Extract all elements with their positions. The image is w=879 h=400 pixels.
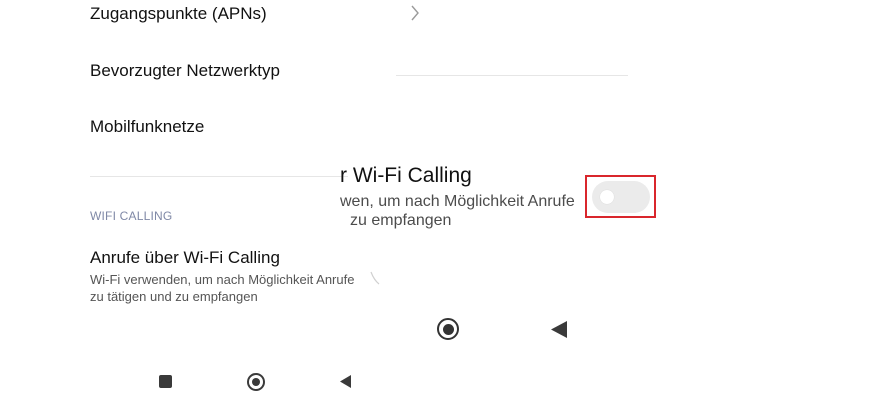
back-triangle-icon[interactable] bbox=[339, 374, 352, 394]
divider bbox=[90, 176, 348, 177]
wifi-calling-setting[interactable]: Anrufe über Wi-Fi Calling Wi-Fi verwende… bbox=[90, 248, 354, 305]
zoomed-wifi-calling-subtitle: wen, um nach Möglichkeit Anrufe zu empfa… bbox=[340, 192, 575, 230]
wifi-calling-section-header: WIFI CALLING bbox=[90, 209, 173, 223]
preferred-network-type-setting[interactable]: Bevorzugter Netzwerktyp bbox=[90, 61, 280, 81]
divider bbox=[396, 75, 628, 76]
back-icon[interactable] bbox=[550, 320, 568, 344]
recents-square-icon[interactable] bbox=[159, 375, 172, 388]
home-icon[interactable] bbox=[437, 318, 459, 340]
zoomed-subtitle-line1: wen, um nach Möglichkeit Anrufe bbox=[340, 193, 575, 210]
toggle-knob bbox=[600, 190, 614, 204]
zoomed-wifi-calling-setting: r Wi-Fi Calling wen, um nach Möglichkeit… bbox=[340, 164, 575, 230]
wifi-calling-toggle[interactable] bbox=[592, 181, 650, 213]
home-circle-icon[interactable] bbox=[247, 373, 265, 391]
partial-arc-icon bbox=[368, 270, 382, 291]
mobile-networks-setting[interactable]: Mobilfunknetze bbox=[90, 117, 204, 137]
wifi-calling-subtitle-line2: zu tätigen und zu empfangen bbox=[90, 289, 258, 304]
zoomed-wifi-calling-title: r Wi-Fi Calling bbox=[340, 164, 472, 187]
zoomed-subtitle-line2: zu empfangen bbox=[350, 212, 452, 229]
wifi-calling-subtitle: Wi-Fi verwenden, um nach Möglichkeit Anr… bbox=[90, 271, 354, 305]
apn-setting[interactable]: Zugangspunkte (APNs) bbox=[90, 4, 267, 24]
wifi-calling-subtitle-line1: Wi-Fi verwenden, um nach Möglichkeit Anr… bbox=[90, 272, 355, 287]
chevron-right-icon bbox=[410, 5, 420, 26]
home-circle-inner bbox=[252, 378, 260, 386]
wifi-calling-title: Anrufe über Wi-Fi Calling bbox=[90, 248, 280, 267]
